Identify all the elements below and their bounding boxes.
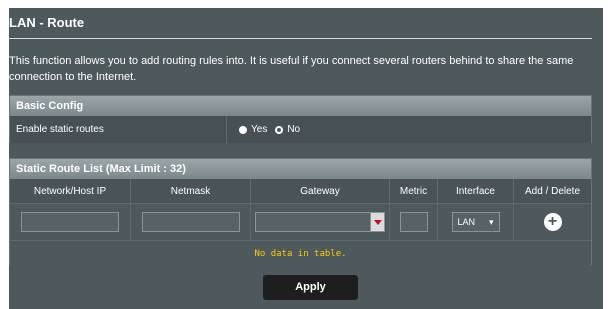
empty-table-message: No data in table. — [10, 240, 591, 268]
interface-cell: LAN ▾ — [437, 203, 514, 240]
netmask-cell — [130, 203, 251, 240]
column-header-interface: Interface — [437, 179, 514, 204]
static-route-table: Network/Host IP Netmask Gateway Metric I… — [10, 179, 591, 240]
plus-circle-icon[interactable]: + — [543, 212, 562, 231]
static-route-list-section: Static Route List (Max Limit : 32) Netwo… — [9, 158, 592, 268]
static-route-list-heading: Static Route List (Max Limit : 32) — [10, 159, 591, 179]
metric-input[interactable] — [399, 212, 428, 232]
basic-config-section: Basic Config Enable static routes Yes No — [9, 95, 592, 143]
input-row: LAN ▾ + — [10, 203, 591, 240]
network-ip-cell — [10, 203, 131, 240]
page-description: This function allows you to add routing … — [9, 55, 574, 83]
interface-select-value: LAN — [457, 217, 476, 227]
enable-static-routes-row: Enable static routes Yes No — [10, 116, 591, 143]
apply-button[interactable]: Apply — [263, 275, 358, 300]
metric-cell — [389, 203, 438, 240]
radio-no-label[interactable]: No — [287, 124, 300, 135]
network-ip-input[interactable] — [21, 212, 119, 232]
page-title: LAN - Route — [9, 15, 85, 30]
interface-select[interactable]: LAN ▾ — [451, 212, 500, 232]
basic-config-heading: Basic Config — [10, 96, 591, 116]
add-delete-cell: + — [513, 203, 591, 240]
column-header-netmask: Netmask — [130, 179, 251, 204]
gateway-input[interactable] — [255, 212, 371, 232]
column-header-network-ip: Network/Host IP — [10, 179, 131, 204]
enable-static-routes-label: Enable static routes — [10, 116, 227, 143]
title-divider — [9, 38, 592, 39]
column-header-metric: Metric — [389, 179, 438, 204]
radio-yes[interactable] — [239, 125, 247, 134]
enable-static-routes-options: Yes No — [227, 124, 304, 135]
radio-yes-label[interactable]: Yes — [251, 124, 267, 135]
column-header-add-delete: Add / Delete — [513, 179, 591, 204]
gateway-combobox — [255, 212, 385, 232]
caret-down-icon[interactable] — [371, 212, 385, 232]
radio-no[interactable] — [275, 125, 284, 134]
select-arrow-icon: ▾ — [488, 216, 494, 227]
netmask-input[interactable] — [141, 212, 240, 232]
table-header-row: Network/Host IP Netmask Gateway Metric I… — [10, 179, 591, 204]
gateway-cell — [250, 203, 390, 240]
column-header-gateway: Gateway — [250, 179, 390, 204]
